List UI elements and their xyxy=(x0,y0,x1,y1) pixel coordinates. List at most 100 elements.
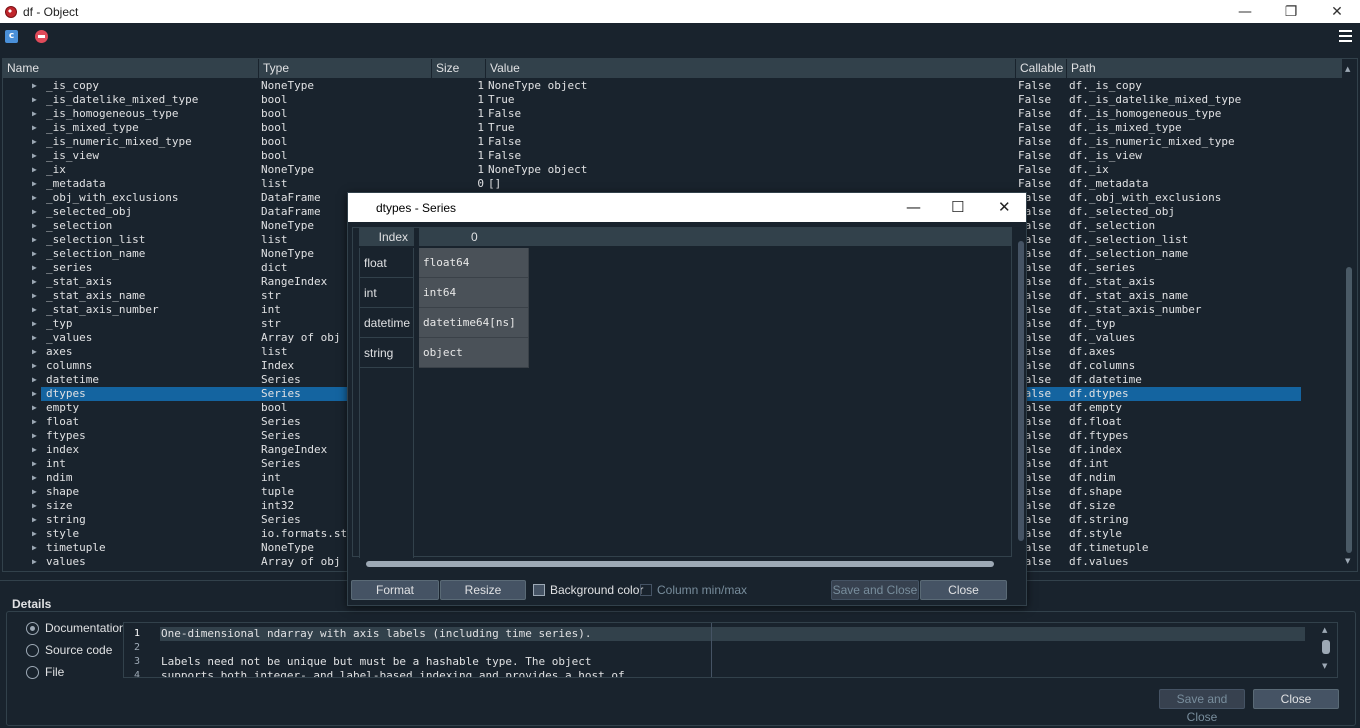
expand-arrow-icon[interactable]: ▶ xyxy=(32,429,37,443)
scroll-up-icon[interactable]: ▲ xyxy=(1345,65,1350,73)
hamburger-menu-icon[interactable] xyxy=(1339,30,1352,42)
expand-arrow-icon[interactable]: ▶ xyxy=(32,499,37,513)
table-row[interactable]: ▶ _is_copy NoneType 1 NoneType object False df… xyxy=(3,79,1343,93)
scroll-down-icon[interactable]: ▼ xyxy=(1322,662,1327,670)
expand-arrow-icon[interactable]: ▶ xyxy=(32,317,37,331)
expand-arrow-icon[interactable]: ▶ xyxy=(32,485,37,499)
expand-arrow-icon[interactable]: ▶ xyxy=(32,471,37,485)
close-button[interactable]: Close xyxy=(1253,689,1339,709)
expand-arrow-icon[interactable]: ▶ xyxy=(32,177,37,191)
expand-arrow-icon[interactable]: ▶ xyxy=(32,121,37,135)
expand-arrow-icon[interactable]: ▶ xyxy=(32,191,37,205)
radio-dot[interactable] xyxy=(26,621,39,635)
expand-arrow-icon[interactable]: ▶ xyxy=(32,345,37,359)
expand-arrow-icon[interactable]: ▶ xyxy=(32,247,37,261)
expand-arrow-icon[interactable]: ▶ xyxy=(32,275,37,289)
scrollbar-thumb[interactable] xyxy=(366,561,994,567)
scroll-up-icon[interactable]: ▲ xyxy=(1322,626,1327,634)
expand-arrow-icon[interactable]: ▶ xyxy=(32,303,37,317)
value-cell[interactable]: int64 xyxy=(419,278,529,308)
line-text: One-dimensional ndarray with axis labels… xyxy=(161,627,592,640)
table-scrollbar[interactable]: ▲ ▼ xyxy=(1344,59,1354,571)
radio-dot[interactable] xyxy=(26,643,39,657)
radio-documentation[interactable]: Documentation xyxy=(26,621,126,635)
close-window-button[interactable]: ✕ xyxy=(1314,0,1360,23)
maximize-button[interactable]: ❐ xyxy=(1268,0,1314,23)
table-row[interactable]: ▶ _is_homogeneous_type bool 1 False False df._… xyxy=(3,107,1343,121)
col-header-size[interactable]: Size xyxy=(432,59,486,78)
documentation-editor[interactable]: 1 One-dimensional ndarray with axis labe… xyxy=(123,622,1338,678)
expand-arrow-icon[interactable]: ▶ xyxy=(32,289,37,303)
table-row[interactable]: ▶ _metadata list 0 [] False df._metadata xyxy=(3,177,1343,191)
expand-arrow-icon[interactable]: ▶ xyxy=(32,149,37,163)
expand-arrow-icon[interactable]: ▶ xyxy=(32,443,37,457)
expand-arrow-icon[interactable]: ▶ xyxy=(32,457,37,471)
index-cell[interactable]: datetime xyxy=(360,308,413,338)
col-header-type[interactable]: Type xyxy=(259,59,432,78)
checkbox-box[interactable] xyxy=(640,584,652,596)
scrollbar-thumb[interactable] xyxy=(1018,241,1024,541)
dialog-maximize-icon[interactable]: ☐ xyxy=(951,198,964,216)
expand-arrow-icon[interactable]: ▶ xyxy=(32,555,37,569)
expand-arrow-icon[interactable]: ▶ xyxy=(32,387,37,401)
table-row[interactable]: ▶ _ix NoneType 1 NoneType object False df._ix xyxy=(3,163,1343,177)
radio-source-code[interactable]: Source code xyxy=(26,643,112,657)
expand-arrow-icon[interactable]: ▶ xyxy=(32,359,37,373)
col-header-path[interactable]: Path xyxy=(1067,59,1343,78)
expand-arrow-icon[interactable]: ▶ xyxy=(32,373,37,387)
scrollbar-thumb[interactable] xyxy=(1346,267,1352,553)
expand-arrow-icon[interactable]: ▶ xyxy=(32,331,37,345)
expand-arrow-icon[interactable]: ▶ xyxy=(32,135,37,149)
dialog-minimize-icon[interactable]: — xyxy=(906,198,921,216)
column-minmax-checkbox[interactable]: Column min/max xyxy=(640,583,747,597)
radio-dot[interactable] xyxy=(26,665,39,679)
table-row[interactable]: ▶ _is_mixed_type bool 1 True False df._is_mixe… xyxy=(3,121,1343,135)
value-cell[interactable]: datetime64[ns] xyxy=(419,308,529,338)
index-cell[interactable]: float xyxy=(360,248,413,278)
index-cell[interactable]: int xyxy=(360,278,413,308)
editor-scrollbar[interactable]: ▲ ▼ xyxy=(1320,626,1332,670)
expand-arrow-icon[interactable]: ▶ xyxy=(32,541,37,555)
column-header[interactable]: 0 xyxy=(419,228,1011,246)
expand-arrow-icon[interactable]: ▶ xyxy=(32,261,37,275)
expand-arrow-icon[interactable]: ▶ xyxy=(32,513,37,527)
cell-path: df._selection xyxy=(1069,219,1156,232)
expand-arrow-icon[interactable]: ▶ xyxy=(32,401,37,415)
expand-arrow-icon[interactable]: ▶ xyxy=(32,163,37,177)
dialog-close-icon[interactable]: ✕ xyxy=(998,198,1011,216)
scroll-down-icon[interactable]: ▼ xyxy=(1345,557,1350,565)
dialog-horizontal-scrollbar[interactable] xyxy=(352,559,1008,569)
expand-arrow-icon[interactable]: ▶ xyxy=(32,205,37,219)
expand-arrow-icon[interactable]: ▶ xyxy=(32,219,37,233)
dialog-save-and-close-button[interactable]: Save and Close xyxy=(831,580,919,600)
expand-arrow-icon[interactable]: ▶ xyxy=(32,527,37,541)
expand-arrow-icon[interactable]: ▶ xyxy=(32,93,37,107)
expand-arrow-icon[interactable]: ▶ xyxy=(32,107,37,121)
dialog-vertical-scrollbar[interactable] xyxy=(1016,231,1026,553)
table-row[interactable]: ▶ _is_datelike_mixed_type bool 1 True False df… xyxy=(3,93,1343,107)
col-header-callable[interactable]: Callable xyxy=(1016,59,1067,78)
expand-arrow-icon[interactable]: ▶ xyxy=(32,79,37,93)
checkbox-box[interactable] xyxy=(533,584,545,596)
background-color-checkbox[interactable]: Background color xyxy=(533,583,643,597)
index-cell[interactable]: string xyxy=(360,338,413,368)
value-cell[interactable]: float64 xyxy=(419,248,529,278)
radio-file[interactable]: File xyxy=(26,665,64,679)
refresh-icon[interactable]: c xyxy=(5,30,18,43)
dialog-close-button[interactable]: Close xyxy=(920,580,1007,600)
col-header-value[interactable]: Value xyxy=(486,59,1016,78)
expand-arrow-icon[interactable]: ▶ xyxy=(32,233,37,247)
cell-value: False xyxy=(488,107,522,120)
index-header[interactable]: Index xyxy=(359,228,414,246)
expand-arrow-icon[interactable]: ▶ xyxy=(32,415,37,429)
save-and-close-button[interactable]: Save and Close xyxy=(1159,689,1245,724)
resize-button[interactable]: Resize xyxy=(440,580,526,600)
table-row[interactable]: ▶ _is_view bool 1 False False df._is_view xyxy=(3,149,1343,163)
remove-icon[interactable] xyxy=(35,30,48,43)
value-cell[interactable]: object xyxy=(419,338,529,368)
scrollbar-thumb[interactable] xyxy=(1322,640,1330,654)
col-header-name[interactable]: Name xyxy=(3,59,259,78)
format-button[interactable]: Format xyxy=(351,580,439,600)
table-row[interactable]: ▶ _is_numeric_mixed_type bool 1 False False df… xyxy=(3,135,1343,149)
minimize-button[interactable]: — xyxy=(1222,0,1268,23)
